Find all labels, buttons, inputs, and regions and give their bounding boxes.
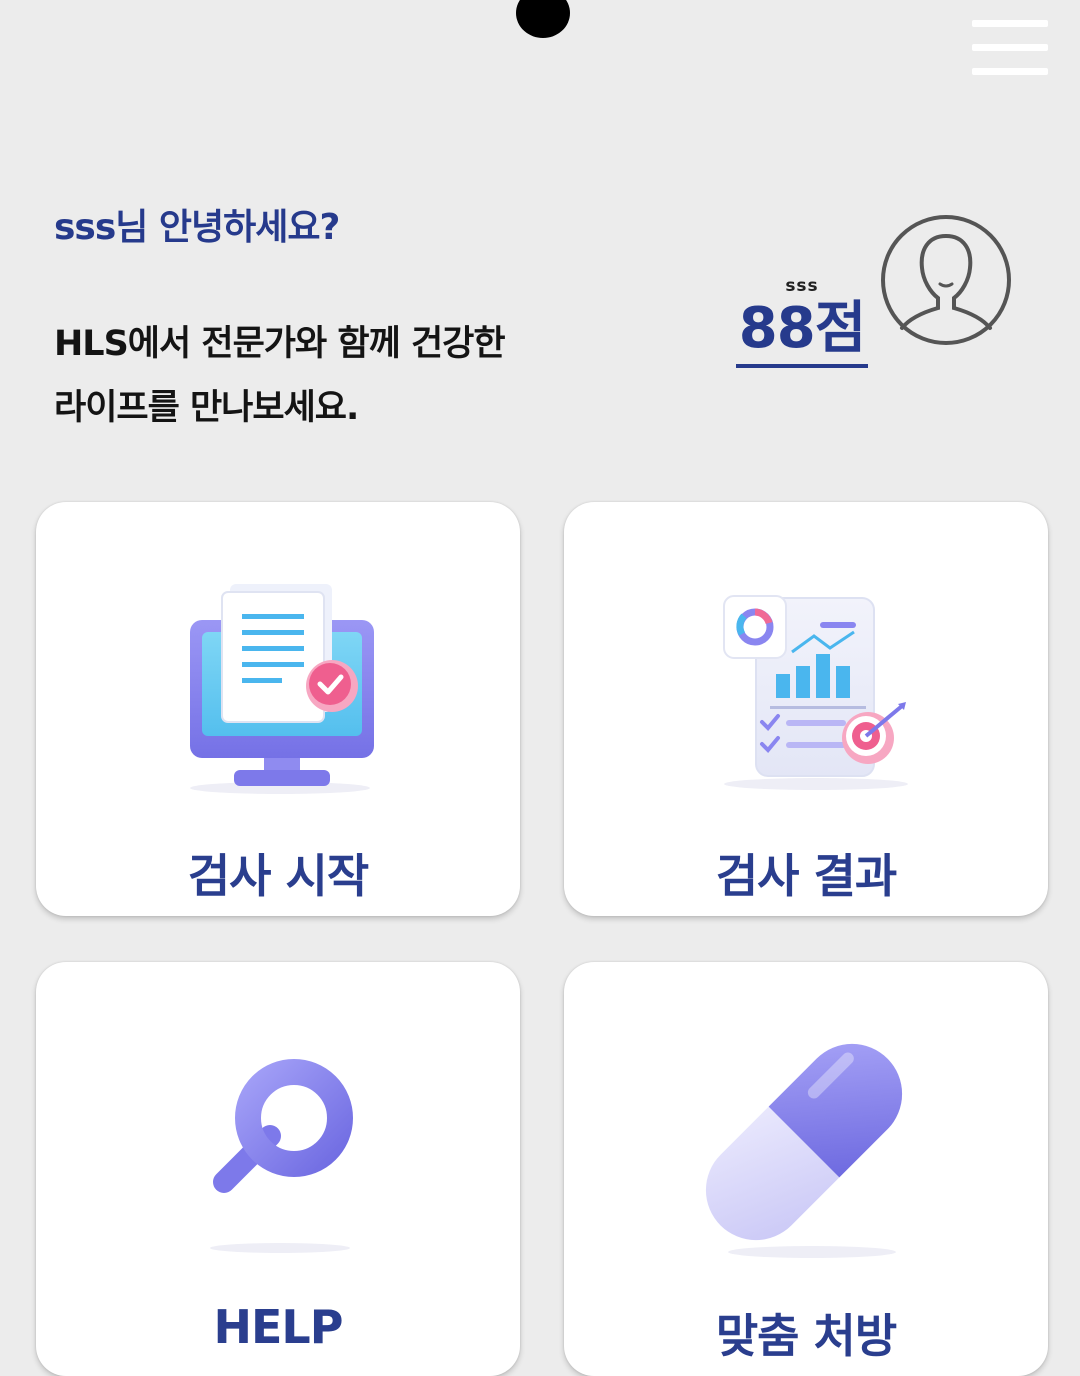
start-test-label: 검사 시작 [187, 849, 369, 903]
user-avatar-icon[interactable] [880, 214, 1012, 346]
test-result-card[interactable]: 검사 결과 [564, 502, 1048, 916]
monitor-document-check-icon [190, 584, 374, 794]
magnifier-icon [210, 1059, 353, 1253]
pill-capsule-icon [705, 1043, 903, 1258]
score-user-name: sss [785, 276, 819, 296]
intro-line-2: 라이프를 만나보세요. [54, 388, 359, 428]
help-card[interactable]: HELP [36, 962, 520, 1376]
report-chart-target-icon [723, 595, 908, 790]
intro-text: HLS에서 전문가와 함께 건강한 라이프를 만나보세요. [54, 312, 506, 440]
help-label: HELP [213, 1300, 344, 1354]
custom-prescription-label: 맞춤 처방 [715, 1309, 897, 1363]
intro-line-1: HLS에서 전문가와 함께 건강한 [54, 324, 506, 364]
score-value: 88점 [736, 296, 868, 368]
start-test-card[interactable]: 검사 시작 [36, 502, 520, 916]
custom-prescription-card[interactable]: 맞춤 처방 [564, 962, 1048, 1376]
greeting-text: sss님 안녕하세요? [54, 207, 340, 248]
camera-cutout [516, 0, 570, 38]
test-result-label: 검사 결과 [715, 849, 897, 903]
score-link[interactable]: sss 88점 [736, 276, 868, 368]
hamburger-menu-icon[interactable] [972, 20, 1050, 78]
